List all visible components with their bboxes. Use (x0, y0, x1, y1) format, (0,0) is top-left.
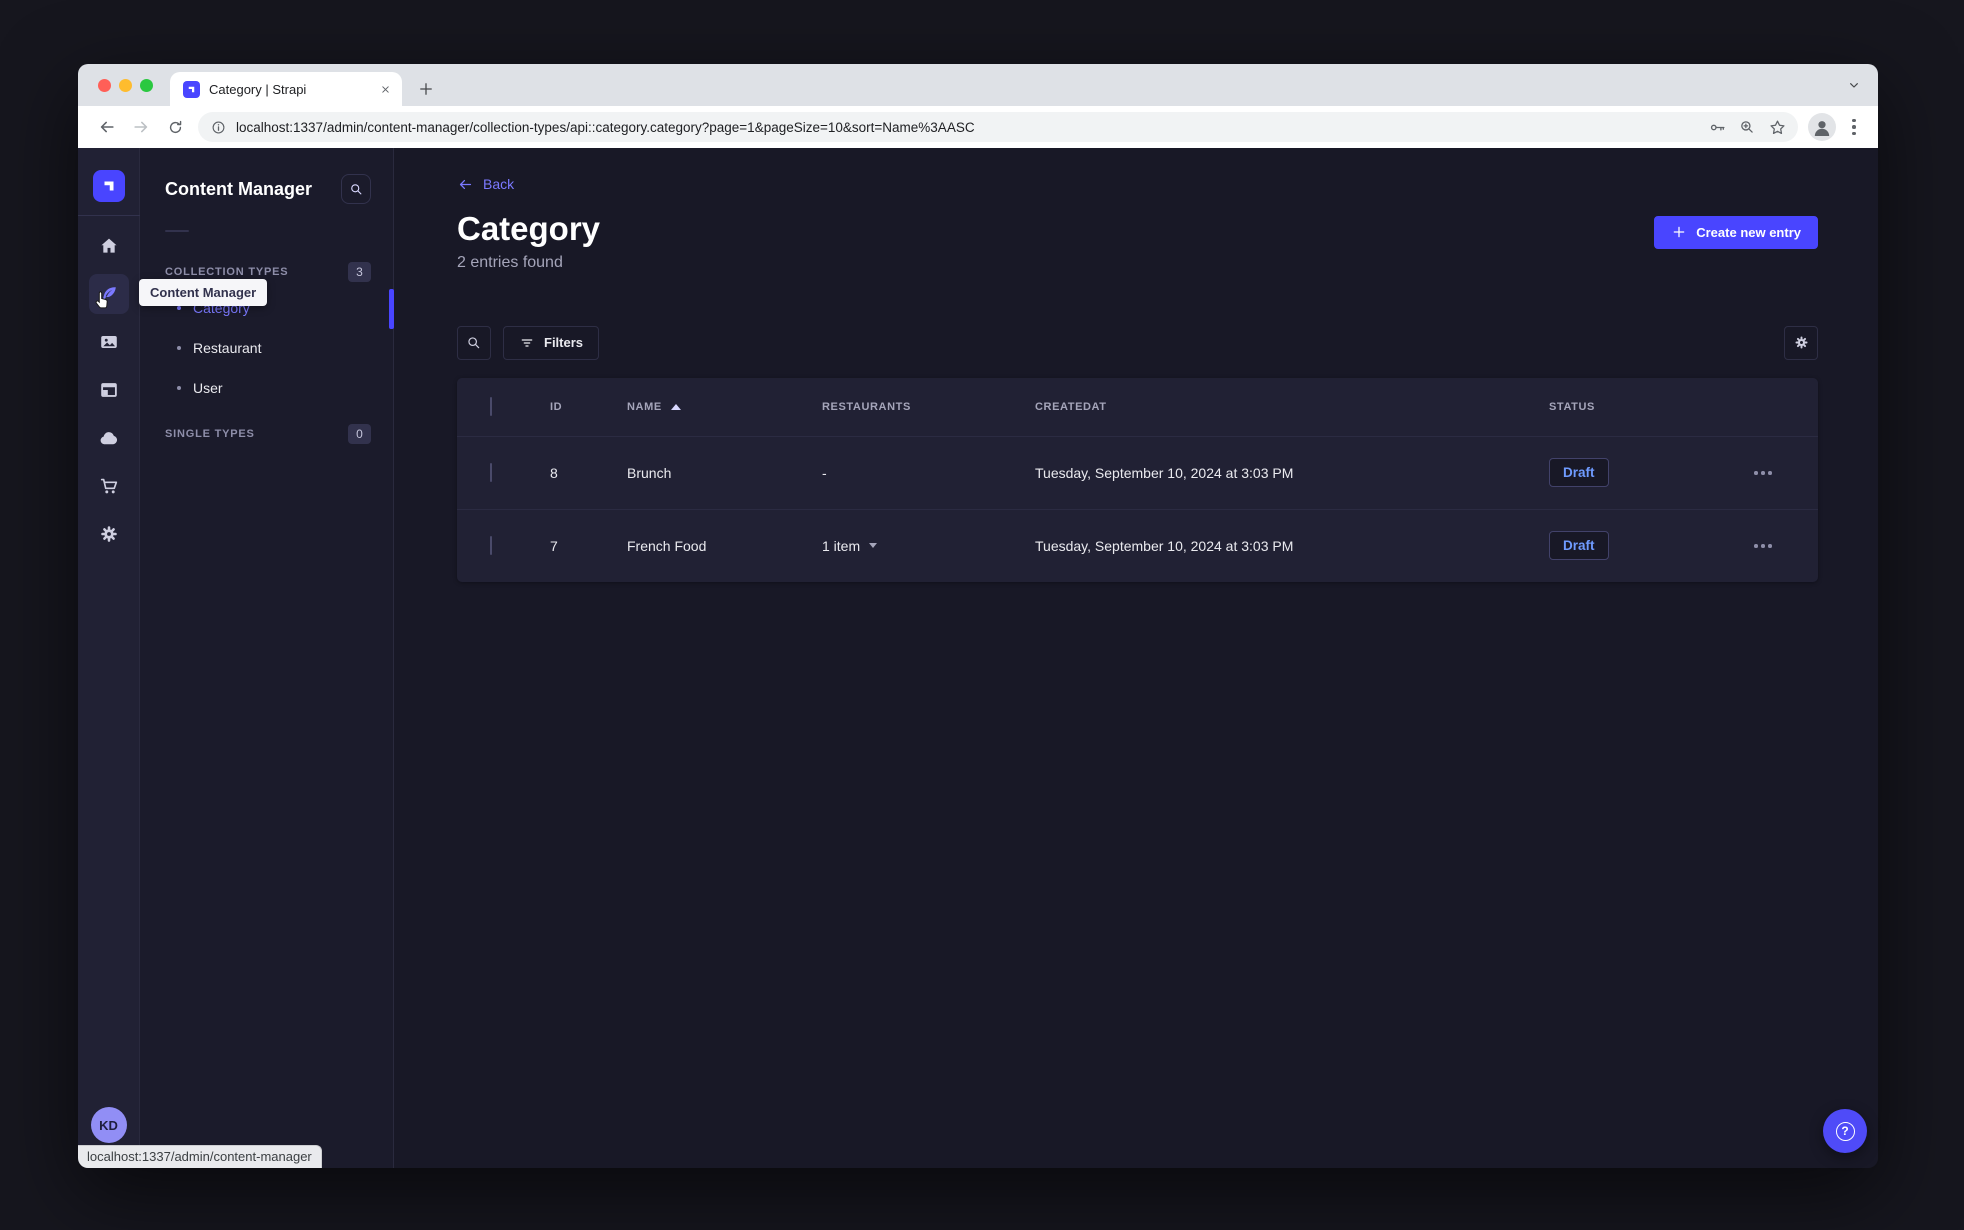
list-toolbar: Filters (457, 325, 1818, 360)
tab-close-icon[interactable] (376, 80, 394, 98)
chevron-down-icon (869, 543, 878, 549)
header-restaurants: RESTAURANTS (822, 400, 911, 413)
close-window-button[interactable] (98, 79, 111, 92)
row-actions-menu-icon[interactable] (1742, 471, 1818, 475)
subnav-item-label: User (193, 380, 223, 396)
cell-name: French Food (627, 537, 707, 554)
nav-media-library-icon[interactable] (89, 322, 129, 362)
cursor-pointer-icon (92, 290, 112, 312)
back-arrow-icon (459, 179, 472, 189)
site-info-icon[interactable] (210, 119, 227, 136)
row-checkbox[interactable] (490, 535, 492, 555)
page-title: Category (457, 209, 601, 247)
single-types-count-badge: 0 (348, 424, 371, 444)
nav-home-icon[interactable] (89, 226, 129, 266)
search-icon (468, 337, 480, 349)
tab-title: Category | Strapi (209, 81, 307, 97)
browser-menu-icon[interactable] (1842, 115, 1866, 139)
header-name[interactable]: NAME (627, 401, 822, 413)
help-button[interactable]: ? (1823, 1109, 1867, 1153)
reload-icon[interactable] (161, 113, 189, 141)
back-nav-icon[interactable] (93, 113, 121, 141)
entries-table: ID NAME RESTAURANTS CREATEDAT STATUS 8 B… (457, 377, 1818, 582)
window-controls (98, 79, 153, 92)
rail-divider (78, 215, 140, 216)
single-types-header[interactable]: SINGLE TYPES 0 (165, 418, 371, 450)
filter-icon (521, 339, 533, 347)
status-badge: Draft (1549, 458, 1609, 488)
collection-types-count-badge: 3 (348, 262, 371, 282)
question-mark-icon: ? (1835, 1121, 1855, 1141)
password-key-icon[interactable] (1704, 114, 1730, 140)
user-avatar[interactable]: KD (90, 1107, 127, 1143)
main-content: Back Category 2 entries found Create new… (394, 148, 1878, 1168)
zoom-page-icon[interactable] (1734, 114, 1760, 140)
browser-profile-icon[interactable] (1808, 113, 1836, 141)
subnav-item-restaurant[interactable]: Restaurant (165, 328, 371, 368)
browser-window: Category | Strapi localhost:1337/admin/c… (78, 64, 1878, 1168)
bullet-icon (177, 346, 181, 350)
cell-createdat: Tuesday, September 10, 2024 at 3:03 PM (1035, 537, 1294, 554)
tab-search-chevron-icon[interactable] (1844, 75, 1864, 95)
address-bar[interactable]: localhost:1337/admin/content-manager/col… (198, 112, 1798, 142)
status-url-tooltip: localhost:1337/admin/content-manager (78, 1145, 322, 1168)
cell-id: 8 (550, 464, 558, 481)
subnav-title: Content Manager (165, 178, 313, 199)
cell-restaurants[interactable]: 1 item (822, 538, 1035, 554)
cell-createdat: Tuesday, September 10, 2024 at 3:03 PM (1035, 464, 1294, 481)
nav-cloud-icon[interactable] (89, 418, 129, 458)
cell-restaurants: - (822, 464, 827, 481)
table-row[interactable]: 7 French Food 1 item Tuesday, September … (457, 508, 1818, 582)
browser-tab[interactable]: Category | Strapi (170, 72, 402, 106)
table-row[interactable]: 8 Brunch - Tuesday, September 10, 2024 a… (457, 435, 1818, 509)
browser-toolbar: localhost:1337/admin/content-manager/col… (78, 106, 1878, 148)
view-settings-button[interactable] (1784, 325, 1818, 360)
header-status: STATUS (1549, 400, 1595, 413)
strapi-logo-icon[interactable] (92, 170, 125, 202)
bookmark-star-icon[interactable] (1764, 114, 1790, 140)
gear-icon (1794, 336, 1808, 349)
bullet-icon (177, 386, 181, 390)
maximize-window-button[interactable] (140, 79, 153, 92)
header-createdat: CREATEDAT (1035, 400, 1107, 413)
filters-label: Filters (544, 335, 584, 351)
create-new-entry-label: Create new entry (1696, 224, 1801, 240)
nav-tooltip: Content Manager (139, 279, 268, 306)
url-text[interactable]: localhost:1337/admin/content-manager/col… (236, 120, 1700, 135)
bullet-icon (177, 306, 181, 310)
single-types-label: SINGLE TYPES (165, 428, 255, 440)
plus-icon (1673, 226, 1685, 238)
strapi-favicon-icon (183, 80, 200, 98)
subnav-item-user[interactable]: User (165, 368, 371, 408)
entries-count: 2 entries found (457, 253, 563, 271)
row-actions-menu-icon[interactable] (1742, 544, 1818, 548)
forward-nav-icon[interactable] (127, 113, 155, 141)
back-link[interactable]: Back (457, 174, 514, 194)
status-badge: Draft (1549, 531, 1609, 561)
table-header-row: ID NAME RESTAURANTS CREATEDAT STATUS (457, 378, 1818, 436)
minimize-window-button[interactable] (119, 79, 132, 92)
nav-settings-gear-icon[interactable] (89, 514, 129, 554)
header-id[interactable]: ID (550, 401, 627, 413)
subnav-item-label: Restaurant (193, 340, 262, 356)
subnav-search-button[interactable] (341, 174, 371, 204)
sort-ascending-icon (670, 403, 681, 410)
subnav-divider (165, 230, 189, 232)
select-all-checkbox[interactable] (490, 396, 492, 416)
cell-name: Brunch (627, 464, 672, 481)
collection-types-label: COLLECTION TYPES (165, 266, 289, 278)
back-label: Back (483, 176, 515, 192)
nav-content-type-builder-icon[interactable] (89, 370, 129, 410)
search-entries-button[interactable] (457, 325, 491, 360)
create-new-entry-button[interactable]: Create new entry (1654, 215, 1818, 249)
cell-id: 7 (550, 537, 558, 554)
strapi-app: KD Content Manager COLLECTION TYPES 3 Ca… (78, 148, 1878, 1168)
nav-marketplace-cart-icon[interactable] (89, 466, 129, 506)
row-checkbox[interactable] (490, 462, 492, 482)
filters-button[interactable]: Filters (503, 325, 600, 360)
tab-strip: Category | Strapi (78, 64, 1878, 106)
single-types-section: SINGLE TYPES 0 (165, 418, 371, 450)
new-tab-button[interactable] (412, 75, 440, 103)
